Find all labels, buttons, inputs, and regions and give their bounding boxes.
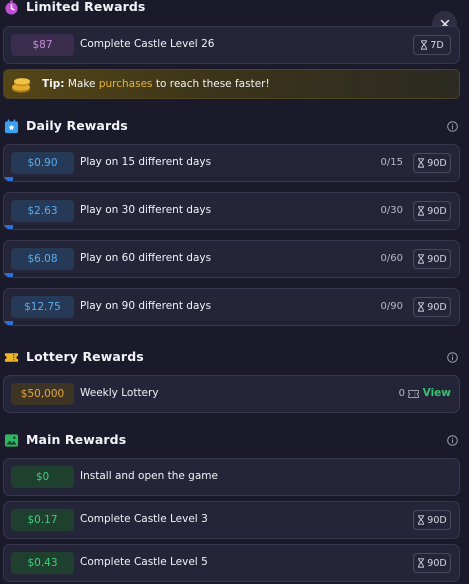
- main-rewards-header: Main Rewards: [0, 430, 469, 452]
- duration-badge: 7D: [413, 35, 451, 55]
- hourglass-icon: [418, 206, 425, 216]
- info-icon[interactable]: [447, 352, 458, 363]
- limited-rewards-title: Limited Rewards: [26, 0, 146, 14]
- tip-lead: Tip:: [42, 78, 65, 90]
- main-reward-row[interactable]: $0.43 Complete Castle Level 5 90D: [3, 544, 460, 582]
- progress-bar-fill: [4, 321, 14, 325]
- duration-label: 90D: [427, 205, 447, 217]
- duration-badge: 90D: [413, 510, 451, 530]
- duration-badge: 90D: [413, 297, 451, 317]
- hourglass-icon: [418, 558, 425, 568]
- daily-reward-row[interactable]: $12.75 Play on 90 different days 0/90 90…: [3, 288, 460, 326]
- calendar-star-icon: [4, 119, 19, 134]
- limited-rewards-header: Limited Rewards: [0, 0, 469, 19]
- coins-icon: [12, 78, 30, 93]
- progress-bar: [4, 321, 459, 325]
- reward-amount-badge: $50,000: [11, 383, 74, 405]
- progress-bar: [4, 273, 459, 277]
- duration-badge: 90D: [413, 153, 451, 173]
- lottery-rewards-title: Lottery Rewards: [26, 349, 144, 364]
- image-icon: [4, 434, 19, 447]
- main-reward-row[interactable]: $0.17 Complete Castle Level 3 90D: [3, 501, 460, 539]
- hourglass-icon: [418, 158, 425, 168]
- daily-reward-row[interactable]: $2.63 Play on 30 different days 0/30 90D: [3, 192, 460, 230]
- duration-label: 90D: [427, 557, 447, 569]
- ticket-count: 0: [399, 388, 419, 399]
- reward-task-label: Complete Castle Level 3: [80, 513, 208, 525]
- reward-amount-badge: $0.90: [11, 152, 74, 174]
- reward-task-label: Play on 30 different days: [80, 204, 212, 216]
- reward-amount-badge: $0.43: [11, 552, 74, 574]
- hourglass-icon: [418, 254, 425, 264]
- duration-badge: 90D: [413, 201, 451, 221]
- tip-purchases-link[interactable]: purchases: [99, 78, 153, 90]
- duration-label: 90D: [427, 157, 447, 169]
- ticket-count-value: 0: [398, 388, 405, 399]
- reward-amount-badge: $87: [11, 34, 74, 56]
- progress-bar-fill: [4, 273, 14, 277]
- hourglass-icon: [418, 302, 425, 312]
- tip-banner: Tip: Make purchases to reach these faste…: [3, 69, 460, 99]
- main-rewards-title: Main Rewards: [26, 432, 127, 447]
- main-reward-row[interactable]: $0 Install and open the game: [3, 458, 460, 496]
- progress-bar: [4, 225, 459, 229]
- ticket-icon: [4, 353, 19, 362]
- progress-bar-fill: [4, 177, 14, 181]
- reward-task-label: Install and open the game: [80, 470, 218, 482]
- duration-label: 90D: [427, 301, 447, 313]
- reward-amount-badge: $0: [11, 466, 74, 488]
- tip-text: Tip: Make purchases to reach these faste…: [42, 78, 270, 90]
- reward-task-label: Play on 90 different days: [80, 300, 212, 312]
- reward-task-label: Play on 60 different days: [80, 252, 212, 264]
- tip-text-after: to reach these faster!: [155, 78, 270, 90]
- reward-task-label: Complete Castle Level 5: [80, 556, 208, 568]
- duration-label: 90D: [427, 514, 447, 526]
- hourglass-icon: [418, 515, 425, 525]
- progress-count: 0/60: [380, 253, 403, 264]
- reward-amount-badge: $0.17: [11, 509, 74, 531]
- progress-count: 0/90: [380, 301, 403, 312]
- view-lottery-link[interactable]: View: [423, 387, 451, 399]
- reward-amount-badge: $6.08: [11, 248, 74, 270]
- stopwatch-icon: [5, 0, 18, 15]
- reward-amount-badge: $2.63: [11, 200, 74, 222]
- progress-count: 0/30: [380, 205, 403, 216]
- limited-reward-row[interactable]: $87 Complete Castle Level 26 7D: [3, 26, 460, 64]
- reward-task-label: Weekly Lottery: [80, 387, 159, 399]
- reward-amount-badge: $12.75: [11, 296, 74, 318]
- progress-count: 0/15: [380, 157, 403, 168]
- hourglass-icon: [421, 40, 428, 50]
- lottery-reward-row[interactable]: $50,000 Weekly Lottery 0 View: [3, 375, 460, 413]
- lottery-rewards-header: Lottery Rewards: [0, 347, 469, 369]
- reward-task-label: Complete Castle Level 26: [80, 38, 215, 50]
- info-icon[interactable]: [447, 435, 458, 446]
- daily-rewards-header: Daily Rewards: [0, 116, 469, 138]
- ticket-small-icon: [408, 389, 419, 398]
- daily-reward-row[interactable]: $0.90 Play on 15 different days 0/15 90D: [3, 144, 460, 182]
- daily-reward-row[interactable]: $6.08 Play on 60 different days 0/60 90D: [3, 240, 460, 278]
- info-icon[interactable]: [447, 121, 458, 132]
- duration-badge: 90D: [413, 249, 451, 269]
- duration-label: 7D: [430, 39, 444, 51]
- daily-rewards-title: Daily Rewards: [26, 118, 128, 133]
- progress-bar-fill: [4, 225, 14, 229]
- tip-text-before: Make: [67, 78, 96, 90]
- progress-bar: [4, 177, 459, 181]
- duration-badge: 90D: [413, 553, 451, 573]
- duration-label: 90D: [427, 253, 447, 265]
- reward-task-label: Play on 15 different days: [80, 156, 212, 168]
